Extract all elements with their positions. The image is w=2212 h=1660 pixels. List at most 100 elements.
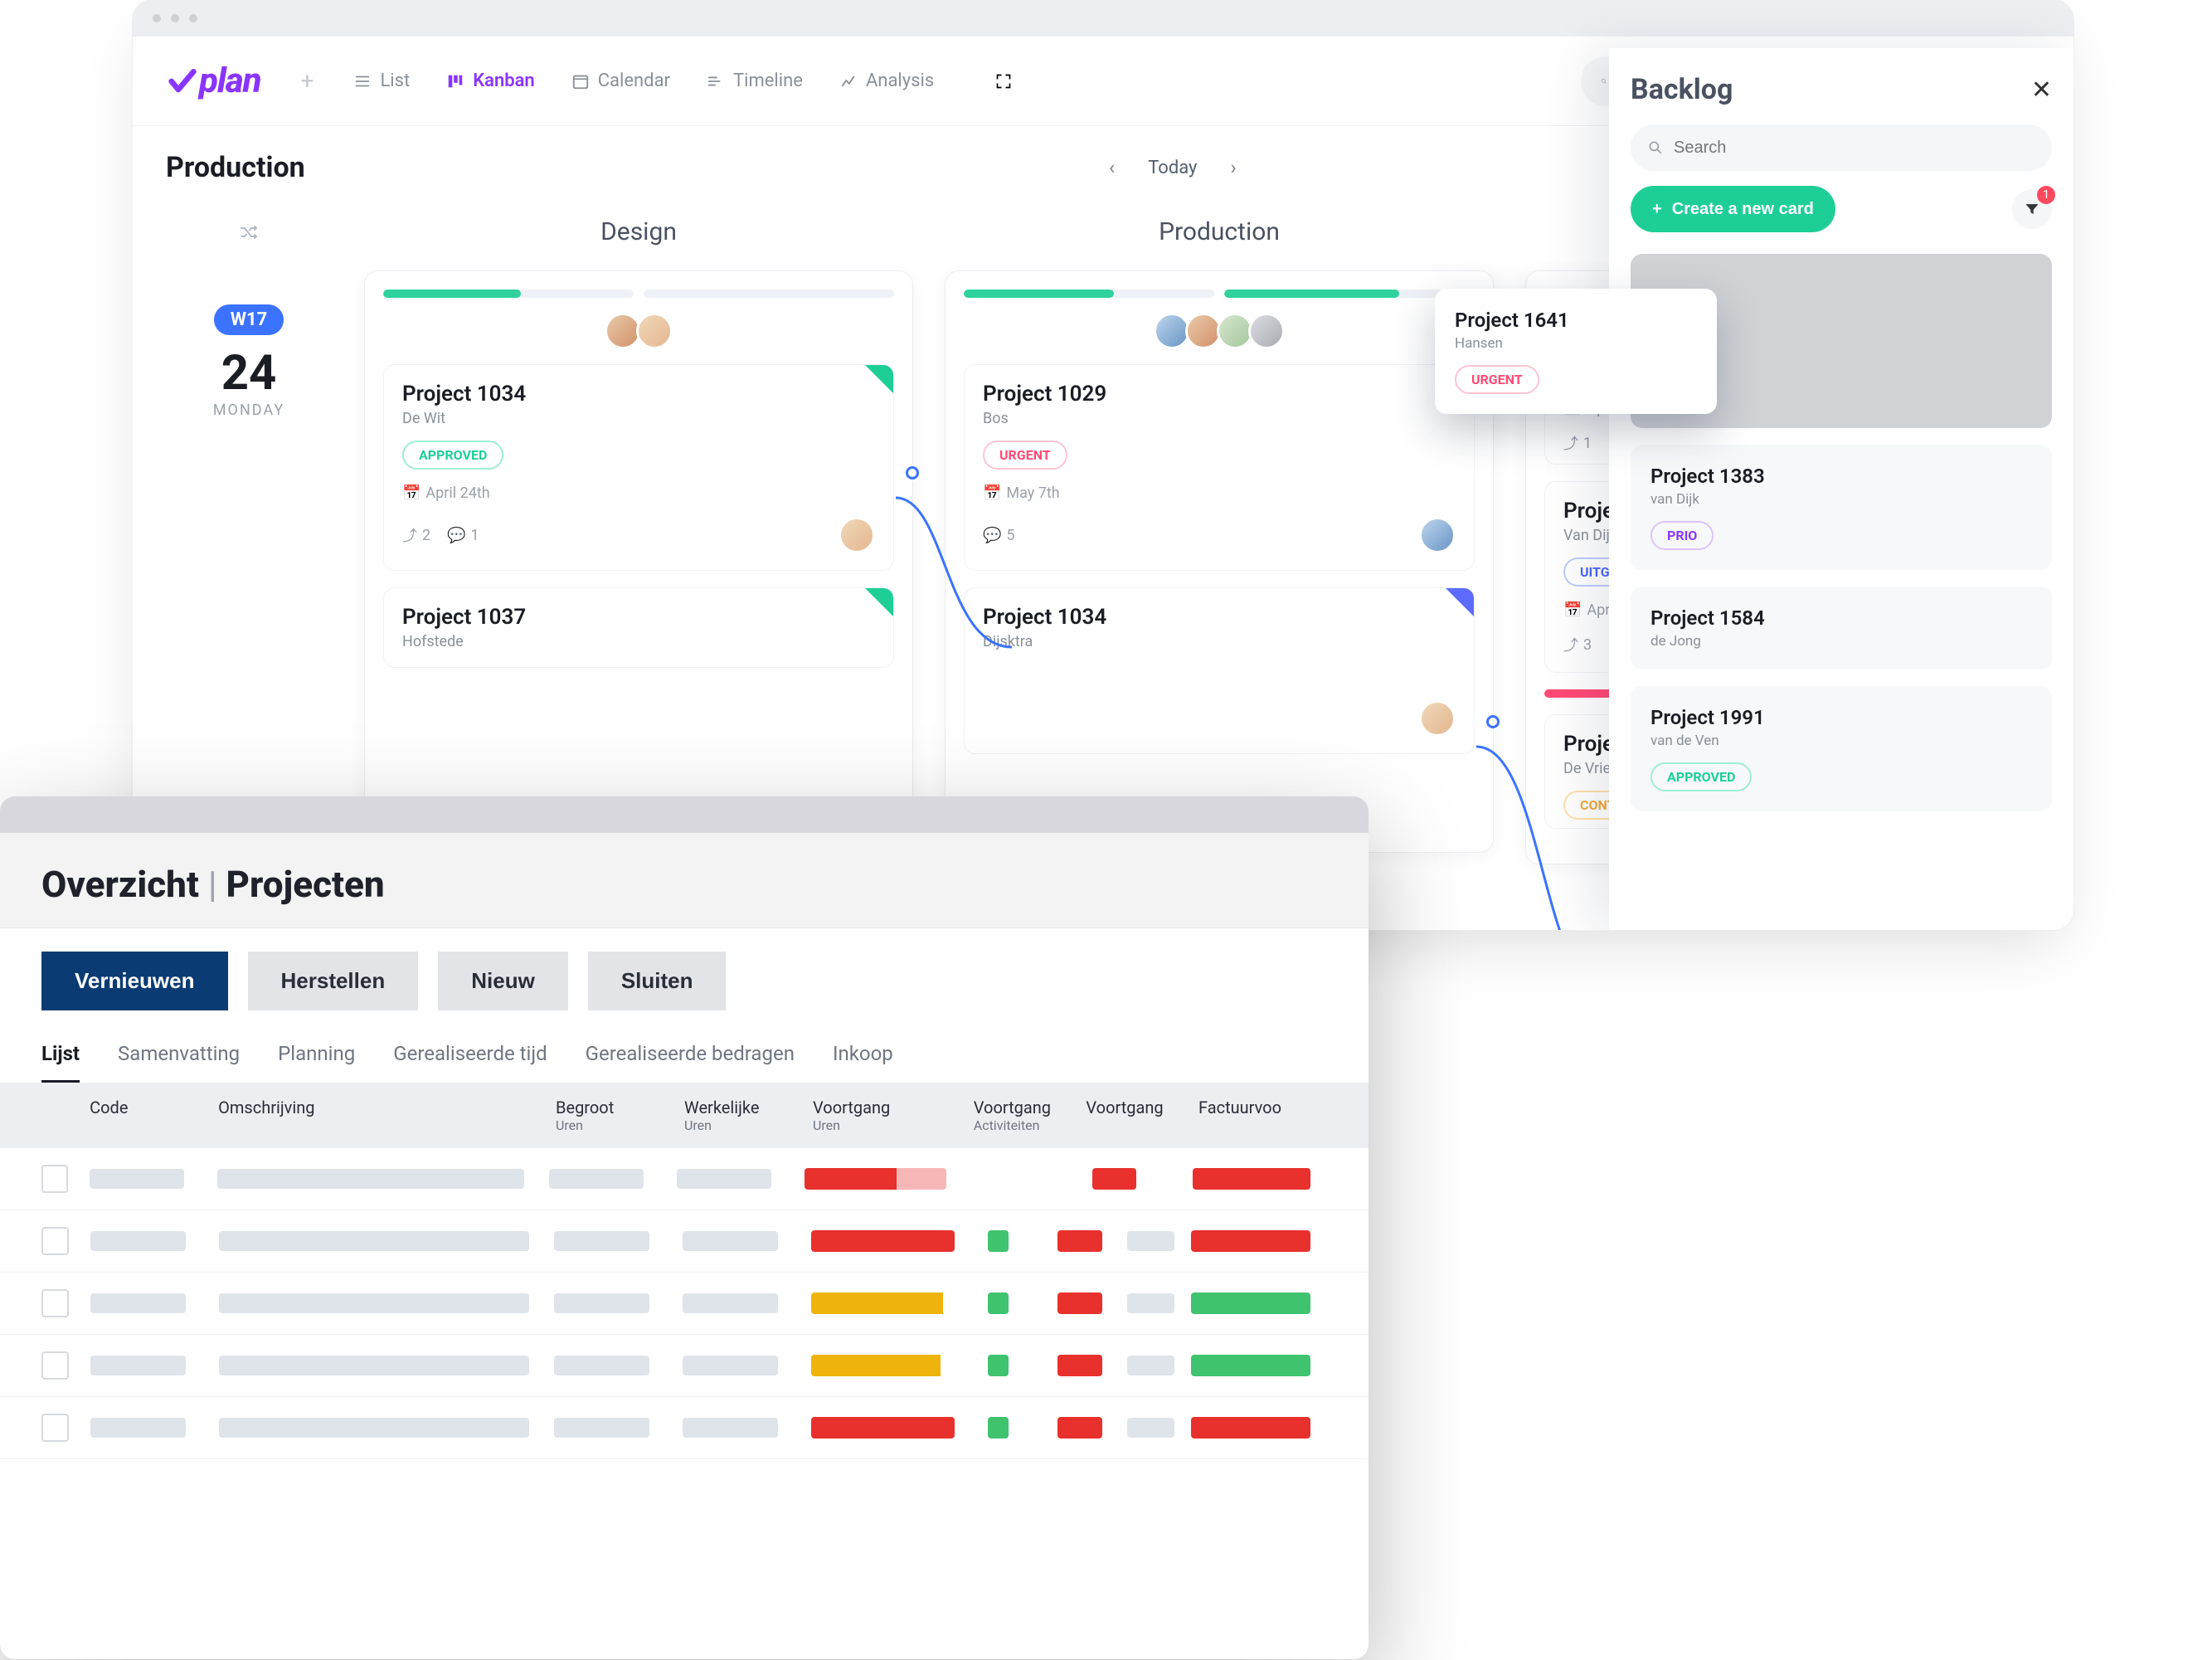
due-date: 📅 April 24th — [402, 484, 490, 502]
th-werkelijke[interactable]: WerkelijkeUren — [684, 1098, 813, 1133]
cell-progress-act — [988, 1292, 1009, 1314]
backlog-panel: Backlog ✕ + Create a new card 1 Project … — [1609, 48, 2073, 930]
tab-gerealiseerde-tijd[interactable]: Gerealiseerde tijd — [393, 1042, 547, 1083]
board-title: Production — [166, 151, 305, 184]
cell-begroot — [554, 1356, 649, 1375]
shuffle-icon — [239, 222, 259, 242]
tab-inkoop[interactable]: Inkoop — [833, 1042, 893, 1083]
card-title: Project 1034 — [402, 382, 875, 406]
kanban-card[interactable]: Project 1034 De Wit APPROVED 📅 April 24t… — [383, 364, 894, 571]
row-checkbox[interactable] — [41, 1351, 69, 1380]
backlog-search-box[interactable] — [1631, 124, 2052, 171]
list-icon — [353, 72, 372, 90]
avatar[interactable] — [1248, 313, 1285, 349]
cell-code — [90, 1231, 186, 1251]
row-checkbox[interactable] — [41, 1165, 68, 1193]
nieuw-button[interactable]: Nieuw — [438, 952, 568, 1010]
backlog-search-input[interactable] — [1674, 139, 2035, 158]
herstellen-button[interactable]: Herstellen — [248, 952, 419, 1010]
tab-lijst[interactable]: Lijst — [41, 1042, 80, 1083]
create-card-button[interactable]: + Create a new card — [1631, 186, 1835, 232]
connector-node[interactable] — [906, 466, 919, 480]
close-button[interactable]: ✕ — [2031, 75, 2052, 105]
column-production: Project 1029 Bos URGENT 📅 May 7th 💬 5 Pr… — [946, 271, 1493, 852]
add-button[interactable]: + — [294, 67, 321, 95]
row-checkbox[interactable] — [41, 1227, 69, 1255]
tab-analysis-label: Analysis — [866, 71, 934, 91]
overview-title: Overzicht | Projecten — [41, 863, 1327, 906]
th-factuur[interactable]: Factuurvoo — [1198, 1098, 1327, 1133]
card-title: Project 1037 — [402, 605, 875, 630]
window-dot — [189, 14, 197, 22]
tab-timeline-label: Timeline — [733, 71, 803, 91]
tab-kanban-label: Kanban — [473, 71, 535, 91]
status-badge: URGENT — [1455, 365, 1539, 394]
cell-code — [90, 1418, 186, 1438]
dragged-card[interactable]: Project 1641 Hansen URGENT — [1435, 289, 1717, 414]
fullscreen-button[interactable] — [992, 70, 1015, 93]
cell-progress-act — [988, 1417, 1009, 1439]
attachments-count: ⤴ 2 — [402, 524, 430, 546]
cell-progress-2 — [1057, 1355, 1102, 1376]
cell-factuur — [1191, 1417, 1310, 1439]
tab-kanban[interactable]: Kanban — [446, 71, 535, 91]
shuffle-button[interactable] — [166, 222, 332, 242]
expand-icon — [995, 73, 1012, 90]
tab-samenvatting[interactable]: Samenvatting — [118, 1042, 240, 1083]
card-assignee-avatar[interactable] — [839, 517, 875, 553]
backlog-card[interactable]: Project 1383 van Dijk PRIO — [1631, 445, 2052, 570]
connector-node[interactable] — [1486, 715, 1500, 728]
tab-planning[interactable]: Planning — [278, 1042, 355, 1083]
cell-omschrijving — [219, 1418, 529, 1438]
tab-gerealiseerde-bedragen[interactable]: Gerealiseerde bedragen — [586, 1042, 795, 1083]
cell-omschrijving — [219, 1231, 529, 1251]
row-checkbox[interactable] — [41, 1289, 69, 1317]
table-row[interactable] — [0, 1397, 1369, 1459]
card-assignee-avatar[interactable] — [1419, 517, 1456, 553]
th-begroot[interactable]: BegrootUren — [556, 1098, 684, 1133]
th-omschrijving[interactable]: Omschrijving — [218, 1098, 556, 1133]
tab-analysis[interactable]: Analysis — [839, 71, 934, 91]
avatar[interactable] — [636, 313, 673, 349]
card-assignee-avatar[interactable] — [1419, 700, 1456, 737]
th-voortgang-uren[interactable]: VoortgangUren — [813, 1098, 974, 1133]
window-dot — [171, 14, 179, 22]
backlog-title: Backlog — [1631, 73, 1733, 106]
table-row[interactable] — [0, 1148, 1369, 1210]
overview-title-part1: Overzicht — [41, 863, 199, 906]
kanban-card[interactable]: Project 1029 Bos URGENT 📅 May 7th 💬 5 — [964, 364, 1475, 571]
tab-calendar[interactable]: Calendar — [571, 71, 670, 91]
card-status-corner — [1446, 588, 1474, 616]
window-chrome — [0, 796, 1369, 833]
cell-omschrijving — [219, 1293, 529, 1313]
cell-progress-act — [1092, 1168, 1136, 1190]
tab-timeline[interactable]: Timeline — [707, 71, 803, 91]
tab-list[interactable]: List — [353, 71, 410, 91]
sluiten-button[interactable]: Sluiten — [588, 952, 727, 1010]
table-row[interactable] — [0, 1335, 1369, 1397]
cell-factuur — [1191, 1355, 1310, 1376]
th-code[interactable]: Code — [90, 1098, 218, 1133]
th-voortgang-2[interactable]: Voortgang — [1086, 1098, 1198, 1133]
card-status-corner — [865, 365, 893, 393]
kanban-card[interactable]: Project 1034 Dijsktra — [964, 587, 1475, 754]
filter-button[interactable]: 1 — [2012, 189, 2052, 229]
logo[interactable]: plan — [166, 61, 261, 101]
cell-code — [90, 1293, 186, 1313]
card-subtitle: van Dijk — [1650, 491, 2032, 508]
prev-button[interactable]: ‹ — [1109, 156, 1115, 179]
card-title: Project 1383 — [1650, 465, 2032, 488]
column-design: Project 1034 De Wit APPROVED 📅 April 24t… — [365, 271, 912, 852]
vernieuwen-button[interactable]: Vernieuwen — [41, 952, 228, 1010]
cell-skel — [1127, 1418, 1175, 1438]
backlog-card[interactable]: Project 1991 van de Ven APPROVED — [1631, 686, 2052, 811]
next-button[interactable]: › — [1230, 156, 1236, 179]
table-row[interactable] — [0, 1210, 1369, 1273]
row-checkbox[interactable] — [41, 1414, 69, 1442]
day-name: MONDAY — [166, 402, 332, 419]
table-row[interactable] — [0, 1273, 1369, 1335]
cell-begroot — [554, 1418, 649, 1438]
kanban-card[interactable]: Project 1037 Hofstede — [383, 587, 894, 668]
backlog-card[interactable]: Project 1584 de Jong — [1631, 587, 2052, 669]
th-voortgang-act[interactable]: VoortgangActiviteiten — [974, 1098, 1087, 1133]
